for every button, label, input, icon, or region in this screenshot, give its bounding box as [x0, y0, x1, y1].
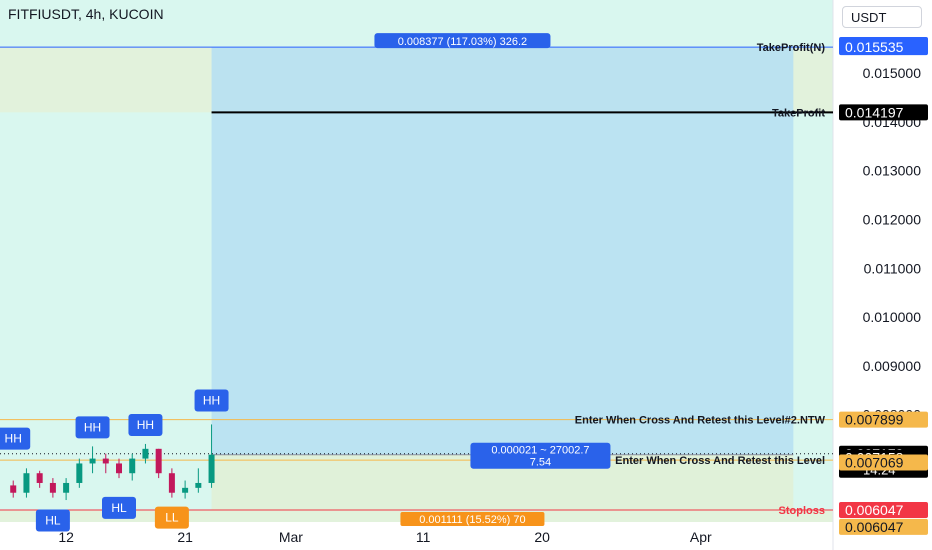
swing-label-text-1: HL	[45, 514, 61, 528]
x-tick-0: 12	[58, 529, 74, 545]
level-label-3: Enter When Cross And Retest this Level	[615, 455, 825, 467]
candle-body-10	[142, 448, 149, 459]
swing-label-5: LL	[154, 506, 189, 529]
swing-label-text-0: HH	[5, 432, 22, 446]
y-tick-0: 0.015000	[863, 65, 922, 81]
x-tick-3: 11	[416, 529, 431, 545]
x-tick-4: 20	[534, 529, 550, 545]
swing-label-2: HH	[75, 416, 110, 439]
candle-body-11	[155, 448, 162, 474]
candle-body-8	[116, 463, 122, 474]
candle-body-7	[102, 458, 109, 464]
candle-body-13	[182, 487, 189, 493]
price-tag-text-7: 0.006047	[845, 502, 904, 518]
swing-label-text-3: HL	[111, 501, 127, 515]
candle-body-3	[49, 482, 56, 493]
position-target-label: 0.008377 (117.03%) 326.2	[398, 36, 527, 48]
price-tag-text-3: 0.007899	[845, 412, 904, 428]
price-tag-3: 0.007899	[839, 411, 928, 428]
level-label-2: Enter When Cross And Retest this Level#2…	[575, 415, 826, 427]
level-label-1: TakeProfit	[772, 107, 825, 119]
swing-label-text-2: HH	[84, 420, 101, 434]
price-tag-1: 0.015535	[839, 39, 928, 56]
swing-label-4: HH	[128, 413, 163, 436]
price-tag-text-6: 0.007069	[845, 454, 904, 470]
x-tick-1: 21	[177, 529, 193, 545]
chart-root: TakeProfit(N) TakeProfit Enter When Cross …	[0, 0, 932, 550]
swing-label-6: HH	[194, 389, 229, 412]
swing-label-text-6: HH	[203, 394, 220, 408]
position-target-zone	[211, 47, 794, 455]
price-tag-text-1: 0.015535	[845, 39, 904, 55]
swing-label-0: HH	[0, 427, 31, 450]
candle-body-6	[89, 458, 96, 464]
chart-title: FITFIUSDT, 4h, KUCOIN	[8, 6, 164, 22]
swing-label-text-4: HH	[137, 418, 154, 432]
price-tag-7: 0.006047	[839, 502, 928, 518]
candle-body-4	[63, 482, 70, 493]
y-tick-4: 0.011000	[864, 260, 922, 276]
price-tag-text-2: 0.014197	[845, 104, 904, 120]
candle-body-14	[195, 482, 202, 488]
price-tag-6: 0.007069	[839, 454, 928, 471]
level-label-4: Stoploss	[779, 505, 825, 517]
axis-background	[0, 522, 932, 550]
x-tick-5: Apr	[690, 529, 712, 545]
price-tag-text-8: 0.006047	[845, 519, 904, 535]
chart-canvas[interactable]: TakeProfit(N) TakeProfit Enter When Cross …	[0, 0, 932, 550]
candle-body-15	[208, 454, 215, 483]
price-tag-2: 0.014197	[839, 104, 928, 121]
candle-body-0	[10, 485, 17, 493]
y-tick-6: 0.009000	[863, 358, 922, 374]
position-stop-label: 0.001111 (15.52%) 70	[419, 514, 525, 526]
price-tag-8: 0.006047	[839, 518, 928, 535]
candle-body-9	[129, 458, 136, 474]
currency-selector[interactable]: USDT	[842, 6, 922, 28]
swing-label-3: HL	[102, 496, 136, 519]
candle-body-5	[76, 463, 83, 483]
swing-label-text-5: LL	[165, 511, 179, 525]
position-entry-label-line1: 0.000021 ~ 27002.7	[491, 445, 589, 457]
x-tick-2: Mar	[279, 529, 303, 545]
candle-body-1	[23, 473, 30, 493]
y-tick-2: 0.013000	[863, 163, 922, 179]
candle-body-12	[168, 473, 175, 493]
position-entry-label-line2: 7.54	[530, 457, 551, 469]
y-tick-5: 0.010000	[863, 309, 922, 325]
y-tick-3: 0.012000	[863, 212, 922, 228]
level-label-0: TakeProfit(N)	[757, 42, 826, 54]
candle-body-2	[36, 473, 43, 483]
